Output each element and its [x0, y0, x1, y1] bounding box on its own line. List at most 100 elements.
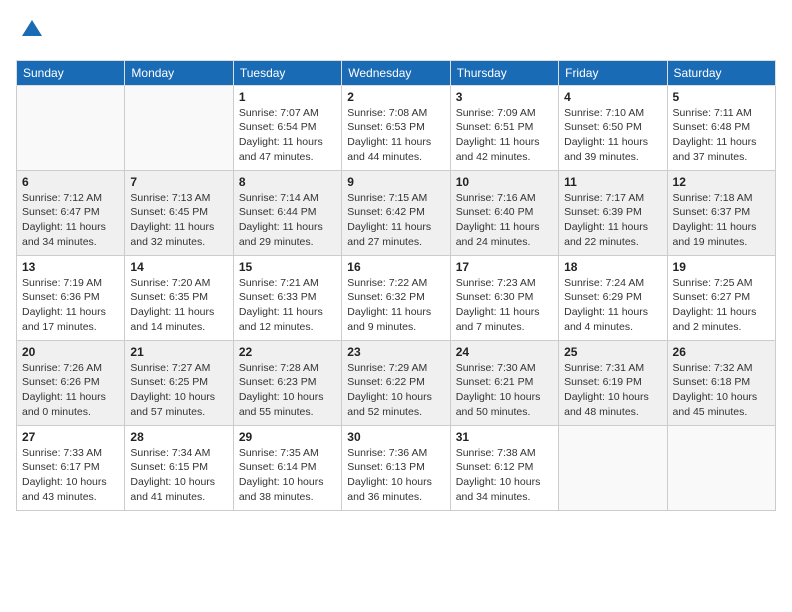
- calendar-week-5: 27 Sunrise: 7:33 AM Sunset: 6:17 PM Dayli…: [17, 425, 776, 510]
- day-info: Sunrise: 7:08 AM Sunset: 6:53 PM Dayligh…: [347, 106, 444, 165]
- calendar-cell: 25Sunrise: 7:31 AM Sunset: 6:19 PM Dayli…: [559, 340, 667, 425]
- calendar-cell: 27 Sunrise: 7:33 AM Sunset: 6:17 PM Dayli…: [17, 425, 125, 510]
- day-number: 22: [239, 345, 336, 359]
- calendar-cell: 8 Sunrise: 7:14 AM Sunset: 6:44 PM Daylig…: [233, 170, 341, 255]
- calendar-cell: [125, 85, 233, 170]
- calendar-cell: 31 Sunrise: 7:38 AM Sunset: 6:12 PM Dayli…: [450, 425, 558, 510]
- day-number: 30: [347, 430, 444, 444]
- day-number: 5: [673, 90, 770, 104]
- day-info: Sunrise: 7:33 AM Sunset: 6:17 PM Dayligh…: [22, 446, 119, 505]
- calendar-week-3: 13 Sunrise: 7:19 AM Sunset: 6:36 PM Dayli…: [17, 255, 776, 340]
- calendar-cell: [667, 425, 775, 510]
- calendar-cell: 24Sunrise: 7:30 AM Sunset: 6:21 PM Dayli…: [450, 340, 558, 425]
- day-info: Sunrise: 7:25 AM Sunset: 6:27 PM Dayligh…: [673, 276, 770, 335]
- day-info: Sunrise: 7:34 AM Sunset: 6:15 PM Dayligh…: [130, 446, 227, 505]
- day-number: 20: [22, 345, 119, 359]
- day-header-wednesday: Wednesday: [342, 60, 450, 85]
- day-number: 2: [347, 90, 444, 104]
- day-info: Sunrise: 7:19 AM Sunset: 6:36 PM Dayligh…: [22, 276, 119, 335]
- day-number: 23: [347, 345, 444, 359]
- day-info: Sunrise: 7:28 AM Sunset: 6:23 PM Dayligh…: [239, 361, 336, 420]
- day-info: Sunrise: 7:14 AM Sunset: 6:44 PM Dayligh…: [239, 191, 336, 250]
- day-number: 9: [347, 175, 444, 189]
- day-number: 25: [564, 345, 661, 359]
- day-number: 1: [239, 90, 336, 104]
- day-info: Sunrise: 7:30 AM Sunset: 6:21 PM Dayligh…: [456, 361, 553, 420]
- calendar-cell: 3 Sunrise: 7:09 AM Sunset: 6:51 PM Daylig…: [450, 85, 558, 170]
- calendar-cell: 15 Sunrise: 7:21 AM Sunset: 6:33 PM Dayli…: [233, 255, 341, 340]
- calendar-table: SundayMondayTuesdayWednesdayThursdayFrid…: [16, 60, 776, 511]
- day-info: Sunrise: 7:09 AM Sunset: 6:51 PM Dayligh…: [456, 106, 553, 165]
- calendar-cell: 17 Sunrise: 7:23 AM Sunset: 6:30 PM Dayli…: [450, 255, 558, 340]
- day-header-thursday: Thursday: [450, 60, 558, 85]
- calendar-cell: 1 Sunrise: 7:07 AM Sunset: 6:54 PM Daylig…: [233, 85, 341, 170]
- day-number: 4: [564, 90, 661, 104]
- page-header: [16, 16, 776, 50]
- day-number: 27: [22, 430, 119, 444]
- calendar-cell: 12Sunrise: 7:18 AM Sunset: 6:37 PM Dayli…: [667, 170, 775, 255]
- day-info: Sunrise: 7:35 AM Sunset: 6:14 PM Dayligh…: [239, 446, 336, 505]
- calendar-cell: 10 Sunrise: 7:16 AM Sunset: 6:40 PM Dayli…: [450, 170, 558, 255]
- calendar-cell: 4 Sunrise: 7:10 AM Sunset: 6:50 PM Daylig…: [559, 85, 667, 170]
- day-info: Sunrise: 7:13 AM Sunset: 6:45 PM Dayligh…: [130, 191, 227, 250]
- day-info: Sunrise: 7:23 AM Sunset: 6:30 PM Dayligh…: [456, 276, 553, 335]
- day-info: Sunrise: 7:07 AM Sunset: 6:54 PM Dayligh…: [239, 106, 336, 165]
- calendar-cell: 11 Sunrise: 7:17 AM Sunset: 6:39 PM Dayli…: [559, 170, 667, 255]
- day-number: 26: [673, 345, 770, 359]
- day-number: 17: [456, 260, 553, 274]
- day-info: Sunrise: 7:15 AM Sunset: 6:42 PM Dayligh…: [347, 191, 444, 250]
- day-number: 18: [564, 260, 661, 274]
- day-number: 15: [239, 260, 336, 274]
- day-info: Sunrise: 7:27 AM Sunset: 6:25 PM Dayligh…: [130, 361, 227, 420]
- day-number: 16: [347, 260, 444, 274]
- day-info: Sunrise: 7:22 AM Sunset: 6:32 PM Dayligh…: [347, 276, 444, 335]
- day-number: 28: [130, 430, 227, 444]
- logo-icon: [18, 16, 46, 44]
- calendar-week-1: 1 Sunrise: 7:07 AM Sunset: 6:54 PM Daylig…: [17, 85, 776, 170]
- calendar-cell: 19 Sunrise: 7:25 AM Sunset: 6:27 PM Dayli…: [667, 255, 775, 340]
- day-header-tuesday: Tuesday: [233, 60, 341, 85]
- day-info: Sunrise: 7:10 AM Sunset: 6:50 PM Dayligh…: [564, 106, 661, 165]
- day-info: Sunrise: 7:32 AM Sunset: 6:18 PM Dayligh…: [673, 361, 770, 420]
- calendar-cell: 21 Sunrise: 7:27 AM Sunset: 6:25 PM Dayli…: [125, 340, 233, 425]
- day-number: 13: [22, 260, 119, 274]
- day-info: Sunrise: 7:16 AM Sunset: 6:40 PM Dayligh…: [456, 191, 553, 250]
- day-info: Sunrise: 7:21 AM Sunset: 6:33 PM Dayligh…: [239, 276, 336, 335]
- calendar-week-4: 20 Sunrise: 7:26 AM Sunset: 6:26 PM Dayli…: [17, 340, 776, 425]
- calendar-cell: 26 Sunrise: 7:32 AM Sunset: 6:18 PM Dayli…: [667, 340, 775, 425]
- calendar-cell: 22 Sunrise: 7:28 AM Sunset: 6:23 PM Dayli…: [233, 340, 341, 425]
- calendar-week-2: 6Sunrise: 7:12 AM Sunset: 6:47 PM Daylig…: [17, 170, 776, 255]
- day-number: 12: [673, 175, 770, 189]
- day-number: 29: [239, 430, 336, 444]
- day-header-friday: Friday: [559, 60, 667, 85]
- day-info: Sunrise: 7:36 AM Sunset: 6:13 PM Dayligh…: [347, 446, 444, 505]
- calendar-header-row: SundayMondayTuesdayWednesdayThursdayFrid…: [17, 60, 776, 85]
- day-number: 11: [564, 175, 661, 189]
- day-number: 3: [456, 90, 553, 104]
- calendar-cell: 18 Sunrise: 7:24 AM Sunset: 6:29 PM Dayli…: [559, 255, 667, 340]
- day-number: 19: [673, 260, 770, 274]
- calendar-cell: 30 Sunrise: 7:36 AM Sunset: 6:13 PM Dayli…: [342, 425, 450, 510]
- calendar-cell: 6Sunrise: 7:12 AM Sunset: 6:47 PM Daylig…: [17, 170, 125, 255]
- day-info: Sunrise: 7:29 AM Sunset: 6:22 PM Dayligh…: [347, 361, 444, 420]
- day-info: Sunrise: 7:17 AM Sunset: 6:39 PM Dayligh…: [564, 191, 661, 250]
- logo: [16, 16, 46, 50]
- calendar-cell: [17, 85, 125, 170]
- calendar-cell: 23 Sunrise: 7:29 AM Sunset: 6:22 PM Dayli…: [342, 340, 450, 425]
- day-header-monday: Monday: [125, 60, 233, 85]
- day-header-saturday: Saturday: [667, 60, 775, 85]
- calendar-cell: 13 Sunrise: 7:19 AM Sunset: 6:36 PM Dayli…: [17, 255, 125, 340]
- day-number: 10: [456, 175, 553, 189]
- day-info: Sunrise: 7:38 AM Sunset: 6:12 PM Dayligh…: [456, 446, 553, 505]
- day-number: 21: [130, 345, 227, 359]
- day-info: Sunrise: 7:24 AM Sunset: 6:29 PM Dayligh…: [564, 276, 661, 335]
- calendar-cell: 9 Sunrise: 7:15 AM Sunset: 6:42 PM Daylig…: [342, 170, 450, 255]
- calendar-cell: 16 Sunrise: 7:22 AM Sunset: 6:32 PM Dayli…: [342, 255, 450, 340]
- calendar-cell: 29 Sunrise: 7:35 AM Sunset: 6:14 PM Dayli…: [233, 425, 341, 510]
- day-info: Sunrise: 7:11 AM Sunset: 6:48 PM Dayligh…: [673, 106, 770, 165]
- day-info: Sunrise: 7:26 AM Sunset: 6:26 PM Dayligh…: [22, 361, 119, 420]
- day-number: 31: [456, 430, 553, 444]
- day-number: 8: [239, 175, 336, 189]
- day-info: Sunrise: 7:12 AM Sunset: 6:47 PM Dayligh…: [22, 191, 119, 250]
- day-number: 7: [130, 175, 227, 189]
